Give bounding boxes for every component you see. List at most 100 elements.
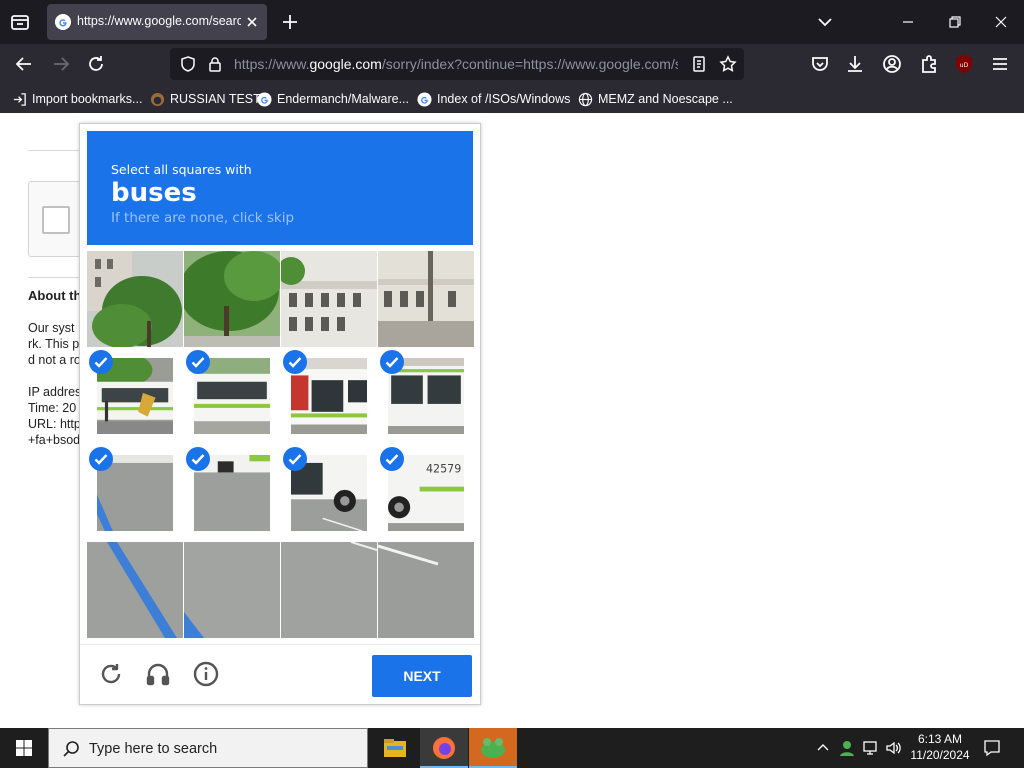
reload-icon[interactable]	[97, 660, 125, 688]
captcha-tile[interactable]	[87, 348, 183, 444]
tile-image	[281, 542, 377, 638]
bookmark-label: Import bookmarks...	[32, 92, 143, 106]
captcha-tile[interactable]	[184, 542, 280, 638]
tile-image	[184, 542, 280, 638]
captcha-tile[interactable]	[378, 251, 474, 347]
bookmark-label: Index of /ISOs/Windows	[437, 92, 571, 106]
captcha-image-grid: 42579	[87, 251, 474, 638]
close-tab-icon[interactable]	[243, 13, 261, 31]
recaptcha-checkbox[interactable]	[42, 206, 70, 234]
windows-taskbar: Type here to search 6:13 AM 11/20/2024	[0, 728, 1024, 768]
minimize-icon[interactable]	[896, 10, 920, 34]
chevron-up-icon[interactable]	[814, 739, 832, 757]
shield-icon[interactable]	[179, 55, 197, 73]
firefox-icon[interactable]	[420, 728, 468, 768]
chevron-down-icon[interactable]	[814, 12, 836, 32]
bookmark-label: RUSSIAN TEST	[170, 92, 261, 106]
captcha-header: Select all squares with buses If there a…	[87, 131, 473, 245]
tray-clock[interactable]: 6:13 AM 11/20/2024	[900, 731, 980, 763]
new-tab-icon[interactable]	[279, 11, 301, 33]
checkmark-icon	[186, 447, 210, 471]
account-icon[interactable]	[880, 52, 904, 76]
svg-text:42579: 42579	[426, 462, 461, 475]
page-text-line: +fa+bsod	[28, 433, 80, 447]
checkmark-icon	[89, 447, 113, 471]
tile-image	[281, 251, 377, 347]
captcha-challenge: Select all squares with buses If there a…	[79, 123, 481, 705]
captcha-tile[interactable]	[184, 445, 280, 541]
headphones-icon[interactable]	[144, 660, 172, 688]
captcha-tile[interactable]	[281, 348, 377, 444]
captcha-tile[interactable]	[378, 348, 474, 444]
captcha-tile[interactable]	[87, 445, 183, 541]
checkmark-icon	[283, 350, 307, 374]
info-icon[interactable]	[192, 660, 220, 688]
google-favicon-icon	[257, 91, 272, 107]
bookmark-russian-test[interactable]: RUSSIAN TEST	[150, 90, 261, 108]
tab-list-icon[interactable]	[8, 10, 32, 34]
bookmark-isos[interactable]: Index of /ISOs/Windows	[417, 90, 570, 108]
bookmark-import[interactable]: Import bookmarks...	[12, 90, 142, 108]
pocket-icon[interactable]	[808, 52, 832, 76]
captcha-tile[interactable]	[87, 542, 183, 638]
notifications-icon[interactable]	[982, 738, 1002, 758]
captcha-tile[interactable]	[281, 445, 377, 541]
url-text[interactable]: https://www.google.com/sorry/index?conti…	[234, 56, 678, 72]
search-placeholder: Type here to search	[89, 741, 218, 757]
checkmark-icon	[283, 447, 307, 471]
captcha-tile[interactable]: 42579	[378, 445, 474, 541]
network-icon[interactable]	[862, 739, 880, 757]
file-explorer-icon[interactable]	[371, 728, 419, 768]
search-icon	[63, 741, 79, 757]
windows-start-icon[interactable]	[0, 728, 48, 768]
svg-text:uD: uD	[960, 62, 969, 69]
captcha-tile[interactable]	[281, 251, 377, 347]
tile-image	[378, 542, 474, 638]
page-text-line: URL: http	[28, 417, 80, 431]
taskbar-search-box[interactable]: Type here to search	[48, 728, 368, 768]
captcha-tile[interactable]	[184, 251, 280, 347]
bookmark-memz[interactable]: MEMZ and Noescape ...	[578, 90, 733, 108]
bookmark-endermanch[interactable]: Endermanch/Malware...	[257, 90, 409, 108]
about-heading: About th	[28, 288, 80, 303]
bookmarks-toolbar: Import bookmarks... RUSSIAN TEST Enderma…	[0, 84, 1024, 113]
navigation-toolbar: https://www.google.com/sorry/index?conti…	[0, 44, 1024, 84]
captcha-tile[interactable]	[378, 542, 474, 638]
ublock-origin-icon[interactable]: uD	[952, 52, 976, 76]
tab-bar: https://www.google.com/search?	[0, 0, 1024, 44]
back-arrow-icon[interactable]	[12, 52, 36, 76]
extensions-icon[interactable]	[917, 52, 941, 76]
lock-icon[interactable]	[206, 55, 224, 73]
reader-view-icon[interactable]	[690, 55, 708, 73]
close-window-icon[interactable]	[989, 10, 1013, 34]
active-tab[interactable]: https://www.google.com/search?	[47, 4, 267, 40]
downloads-icon[interactable]	[843, 52, 867, 76]
captcha-tile[interactable]	[87, 251, 183, 347]
import-icon	[13, 92, 26, 106]
checkmark-icon	[89, 350, 113, 374]
menu-icon[interactable]	[988, 52, 1012, 76]
app-frog-icon[interactable]	[469, 728, 517, 768]
tab-title: https://www.google.com/search?	[77, 14, 241, 28]
page-text-line: rk. This p	[28, 337, 80, 351]
reload-icon[interactable]	[84, 52, 108, 76]
captcha-tile[interactable]	[281, 542, 377, 638]
google-favicon-icon	[55, 14, 71, 30]
clock-date: 11/20/2024	[910, 748, 970, 762]
forward-arrow-icon[interactable]	[49, 52, 73, 76]
page-text-line: Our syst	[28, 321, 75, 335]
restore-icon[interactable]	[943, 10, 967, 34]
address-bar[interactable]: https://www.google.com/sorry/index?conti…	[170, 48, 744, 80]
captcha-target-word: buses	[111, 178, 197, 208]
bookmark-label: Endermanch/Malware...	[277, 92, 410, 106]
user-tray-icon[interactable]	[838, 739, 856, 757]
favicon-icon	[150, 92, 165, 106]
captcha-tile[interactable]	[184, 348, 280, 444]
google-favicon-icon	[417, 91, 432, 107]
checkmark-icon	[186, 350, 210, 374]
bookmark-star-icon[interactable]	[719, 55, 737, 73]
captcha-instruction: Select all squares with	[111, 162, 252, 177]
tile-image	[378, 251, 474, 347]
next-button[interactable]: NEXT	[372, 655, 472, 697]
page-text-line: IP addres	[28, 385, 80, 399]
